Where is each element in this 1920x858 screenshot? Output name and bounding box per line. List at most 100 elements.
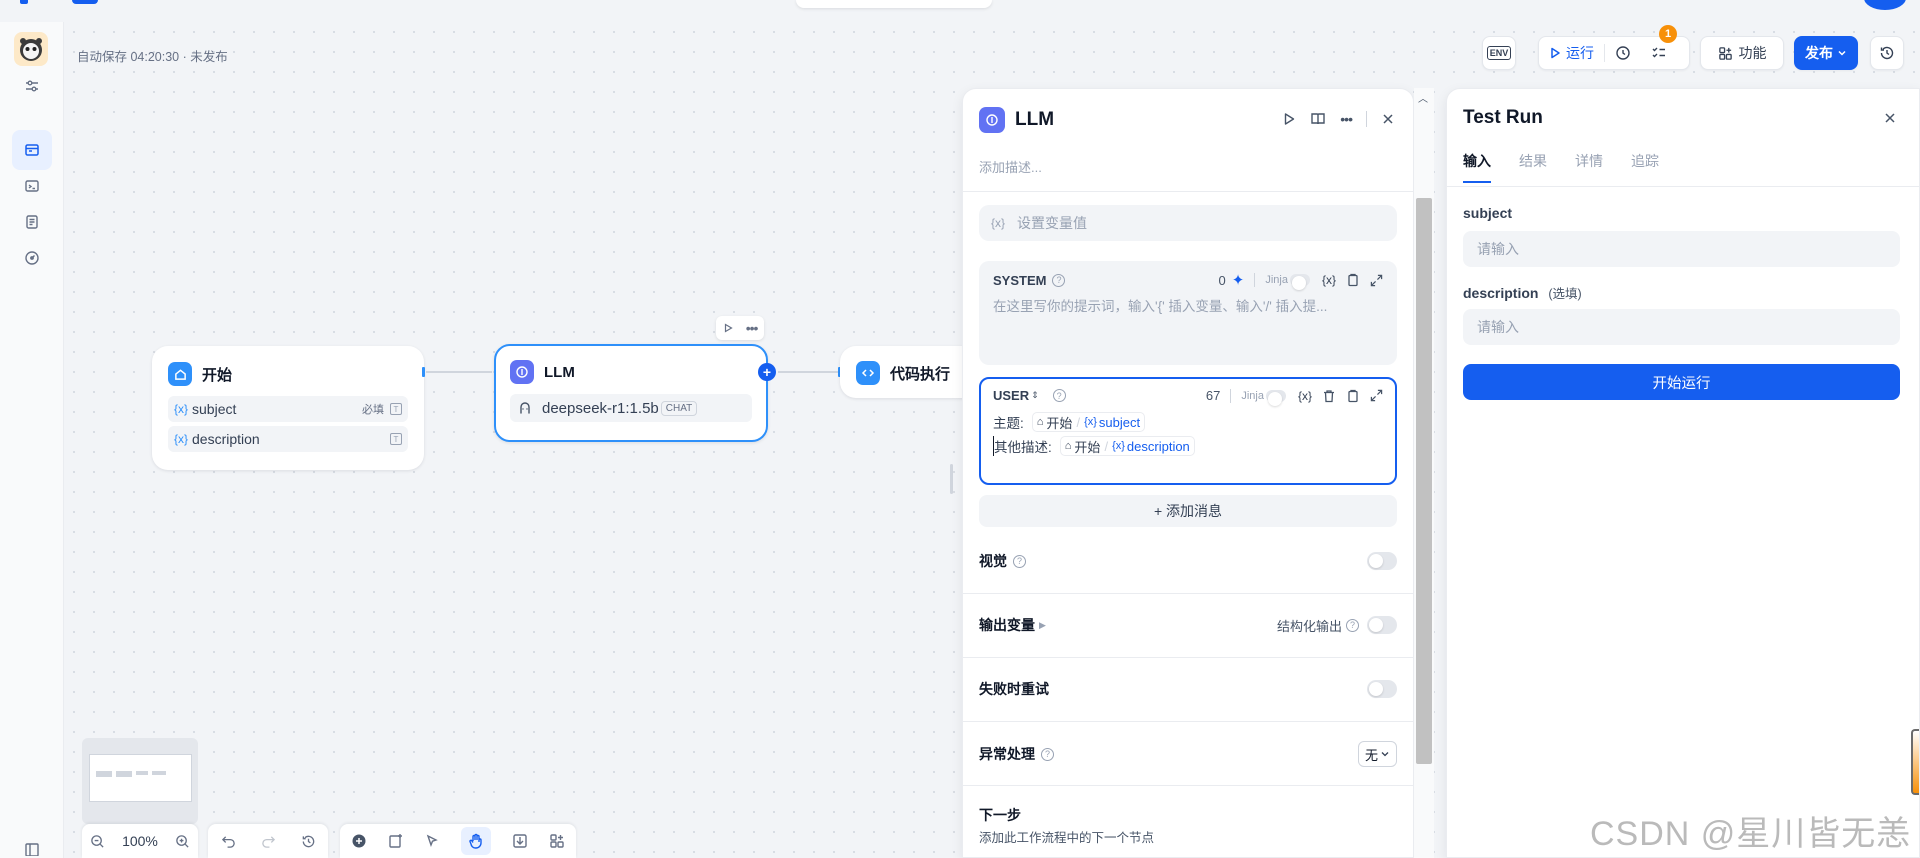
error-handling-select[interactable]: 无 xyxy=(1357,741,1397,767)
run-step-icon[interactable] xyxy=(1282,112,1296,126)
description-input[interactable]: 添加描述... xyxy=(979,157,1042,176)
zoom-out-icon[interactable] xyxy=(90,834,105,849)
next-step-description: 添加此工作流程中的下一个节点 xyxy=(979,831,1155,845)
run-button[interactable]: 运行 xyxy=(1539,37,1604,69)
hand-icon[interactable] xyxy=(460,827,491,855)
subject-input[interactable]: 请输入 xyxy=(1463,231,1900,267)
minimap[interactable] xyxy=(82,738,198,824)
settings-sliders-icon[interactable] xyxy=(12,74,52,98)
run-node-icon[interactable] xyxy=(723,323,733,333)
variable-icon: {x} xyxy=(991,216,1006,230)
system-prompt-box[interactable]: SYSTEM ? 0 ✦ Jinja {x} 在这里写你的提示词，输入'{' 插… xyxy=(979,261,1397,365)
variable-reference-chip[interactable]: ⌂ 开始 / {x} subject xyxy=(1031,412,1146,432)
tab-detail[interactable]: 详情 xyxy=(1575,151,1603,183)
chevron-down-icon xyxy=(1838,50,1846,56)
home-icon: ⌂ xyxy=(1064,440,1072,452)
help-doc-icon[interactable] xyxy=(1310,111,1326,127)
version-history-button[interactable] xyxy=(1870,36,1904,70)
redo-icon[interactable] xyxy=(261,834,276,849)
variable-reference-chip[interactable]: ⌂ 开始 / {x} description xyxy=(1059,436,1195,456)
sidebar-toggle-icon[interactable] xyxy=(12,840,52,858)
insert-variable-icon[interactable]: {x} xyxy=(1298,389,1312,403)
panel-scrollbar[interactable]: ︿ xyxy=(1414,88,1434,858)
context-variable-input[interactable]: {x} 设置变量值 xyxy=(979,205,1397,241)
sidebar-item-terminal[interactable] xyxy=(12,166,52,206)
close-icon[interactable] xyxy=(1883,111,1897,125)
publish-label: 发布 xyxy=(1805,45,1833,61)
start-output-handle[interactable] xyxy=(422,367,425,377)
token-count: 67 xyxy=(1205,388,1221,403)
ref-source: 开始 xyxy=(1046,415,1073,431)
history-icon[interactable] xyxy=(301,834,316,849)
close-icon[interactable] xyxy=(1381,112,1395,126)
undo-icon[interactable] xyxy=(221,834,236,849)
panel-resize-handle[interactable] xyxy=(950,464,953,494)
description-input[interactable]: 请输入 xyxy=(1463,309,1900,345)
user-prompt-box[interactable]: USER ⇕ ? 67 Jinja {x} 主题: ⌂ 开始 / {x} sub… xyxy=(979,377,1397,485)
play-icon xyxy=(1551,47,1560,59)
error-handling-row: 异常处理 ? 无 xyxy=(979,741,1397,767)
sidebar-item-logs[interactable] xyxy=(12,202,52,242)
history-run-icon[interactable] xyxy=(1605,37,1641,69)
test-run-panel: Test Run 输入 结果 详情 追踪 subject 请输入 descrip… xyxy=(1446,88,1920,858)
checklist-icon[interactable]: 1 xyxy=(1641,25,1677,69)
pointer-icon[interactable] xyxy=(425,834,439,848)
panel-edge-scrollbar[interactable] xyxy=(1911,729,1919,795)
run-label: 运行 xyxy=(1566,45,1594,61)
structured-output-toggle[interactable] xyxy=(1367,616,1397,634)
tab-tracing[interactable]: 追踪 xyxy=(1631,151,1659,183)
more-icon[interactable]: ••• xyxy=(1340,111,1353,127)
start-node[interactable]: 开始 {x} subject 必填 T {x} description T xyxy=(152,346,424,470)
top-center-pill[interactable] xyxy=(796,0,992,8)
system-prompt-placeholder: 在这里写你的提示词，输入'{' 插入变量、输入'/' 插入提... xyxy=(993,299,1328,314)
start-var-subject: {x} subject 必填 T xyxy=(168,396,408,422)
structured-output-label: 结构化输出 xyxy=(1276,618,1342,634)
test-run-tabs: 输入 结果 详情 追踪 xyxy=(1463,151,1659,183)
zoom-in-icon[interactable] xyxy=(175,834,190,849)
add-block-icon[interactable] xyxy=(351,833,367,849)
insert-variable-icon[interactable]: {x} xyxy=(1322,273,1336,287)
sidebar-item-workflow[interactable] xyxy=(12,130,52,170)
generate-sparkle-icon[interactable]: ✦ xyxy=(1232,271,1245,289)
output-vars-row[interactable]: 输出变量 ▶ 结构化输出 ? xyxy=(979,615,1397,635)
expand-icon[interactable] xyxy=(1370,274,1383,287)
jinja-toggle[interactable] xyxy=(1289,274,1310,290)
app-logo xyxy=(14,32,48,66)
code-icon xyxy=(856,361,880,385)
llm-node[interactable]: LLM deepseek-r1:1.5b CHAT xyxy=(494,344,768,442)
clipboard-icon[interactable] xyxy=(1346,273,1360,287)
publish-button[interactable]: 发布 xyxy=(1794,36,1858,70)
start-run-button[interactable]: 开始运行 xyxy=(1463,364,1900,400)
tab-input[interactable]: 输入 xyxy=(1463,151,1491,183)
env-button[interactable]: ENV xyxy=(1482,36,1516,70)
clipboard-icon[interactable] xyxy=(1346,389,1360,403)
expand-icon[interactable] xyxy=(1370,389,1383,402)
features-button[interactable]: 功能 xyxy=(1700,36,1784,70)
jinja-toggle[interactable] xyxy=(1265,389,1286,406)
scroll-up-icon[interactable]: ︿ xyxy=(1418,90,1428,105)
vision-toggle[interactable] xyxy=(1367,552,1397,570)
add-node-plus-icon[interactable]: + xyxy=(758,363,776,381)
sidebar-item-monitor[interactable] xyxy=(12,238,52,278)
user-role-select[interactable]: USER xyxy=(993,388,1029,403)
more-icon[interactable]: ••• xyxy=(746,321,759,335)
retry-toggle[interactable] xyxy=(1367,680,1397,698)
var-name: description xyxy=(192,431,260,447)
llm-panel-title[interactable]: LLM xyxy=(1015,109,1054,131)
top-app-button[interactable] xyxy=(72,0,98,4)
jinja-label: Jinja xyxy=(1265,274,1288,286)
code-node[interactable]: 代码执行 xyxy=(840,346,980,398)
user-prompt-line-1: 主题: ⌂ 开始 / {x} subject xyxy=(993,412,1383,432)
export-image-icon[interactable] xyxy=(512,833,528,849)
user-avatar[interactable] xyxy=(1864,0,1906,10)
scroll-thumb[interactable] xyxy=(1416,198,1432,764)
tab-result[interactable]: 结果 xyxy=(1519,151,1547,183)
minimap-viewport[interactable] xyxy=(89,754,192,802)
organize-blocks-icon[interactable] xyxy=(549,833,565,849)
ref-source: 开始 xyxy=(1074,439,1101,455)
trash-icon[interactable] xyxy=(1322,389,1336,403)
add-note-icon[interactable] xyxy=(388,833,404,849)
chevron-updown-icon[interactable]: ⇕ xyxy=(1031,390,1039,401)
add-message-button[interactable]: + 添加消息 xyxy=(979,495,1397,527)
zoom-level[interactable]: 100% xyxy=(122,833,158,849)
